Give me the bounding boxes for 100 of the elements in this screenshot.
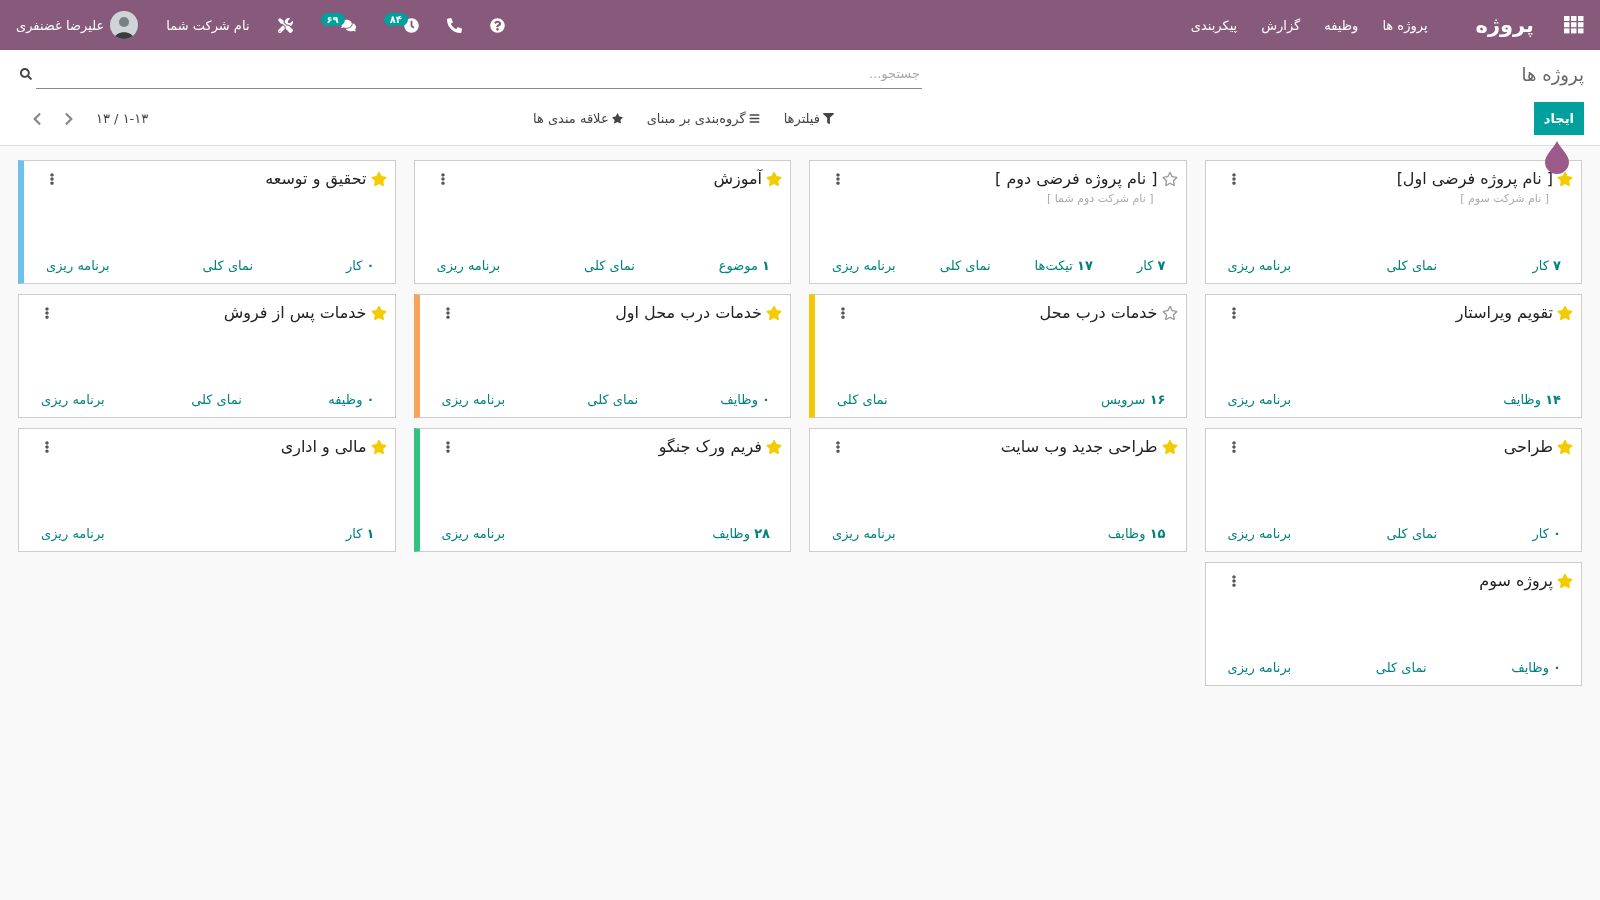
project-card[interactable]: خدمات درب محل اول ۰ وظایف نمای کلی برنامه ریزی	[413, 294, 791, 418]
project-card[interactable]: فریم ورک جنگو ۲۸ وظایف برنامه ریزی	[413, 428, 791, 552]
create-button[interactable]: ایجاد	[1533, 102, 1584, 135]
phone-icon[interactable]	[446, 17, 462, 33]
company-label: [ نام شرکت سوم ]	[1459, 192, 1549, 205]
menu-item[interactable]: پروژه ها	[1382, 17, 1428, 33]
stat-link[interactable]: نمای کلی	[1386, 258, 1438, 273]
project-card[interactable]: [ نام پروژه فرضی اول] [ نام شرکت سوم ] ۷ کار نمای کلی برنامه ریزی	[1204, 160, 1582, 284]
menu-item[interactable]: پیکربندی	[1190, 17, 1238, 33]
tools-icon[interactable]	[277, 17, 293, 33]
user-name[interactable]: علیرضا غضنفری	[16, 17, 105, 33]
apps-grid-icon[interactable]	[1564, 16, 1584, 34]
filter-button[interactable]: گروه‌بندی بر مبنای	[646, 111, 760, 126]
project-title: [ نام پروژه فرضی دوم ]	[995, 169, 1158, 188]
star-icon[interactable]	[766, 170, 782, 187]
stat-link[interactable]: برنامه ریزی	[441, 392, 506, 407]
star-icon[interactable]	[370, 304, 387, 321]
star-icon[interactable]	[370, 170, 387, 187]
project-title: [ نام پروژه فرضی اول]	[1396, 169, 1553, 188]
clock-icon[interactable]	[403, 17, 419, 33]
stat-link[interactable]: برنامه ریزی	[1227, 258, 1292, 273]
stat-link[interactable]: برنامه ریزی	[832, 258, 896, 273]
project-card[interactable]: طراحی جدید وب سایت ۱۵ وظایف برنامه ریزی	[809, 428, 1187, 552]
project-card[interactable]: [ نام پروژه فرضی دوم ] [ نام شرکت دوم شما ] ۷ کار ۱۷ تیکت‌ها نمای کلی برنامه ریزی	[809, 160, 1187, 284]
app-brand: پروژه	[1475, 13, 1534, 37]
stat-link[interactable]: ۰ کار	[346, 258, 375, 273]
stat-link[interactable]: نمای کلی	[1386, 526, 1438, 541]
star-icon[interactable]	[370, 438, 387, 455]
filter-button[interactable]: علاقه مندی ها	[532, 111, 623, 126]
stat-link[interactable]: نمای کلی	[584, 258, 635, 273]
stat-link[interactable]: برنامه ریزی	[832, 526, 896, 541]
activity-count: ۸۴	[383, 12, 408, 26]
star-icon[interactable]	[1557, 304, 1573, 321]
stat-link[interactable]: برنامه ریزی	[436, 258, 501, 273]
star-icon[interactable]	[766, 304, 782, 321]
project-card[interactable]: آموزش ۱ موضوع نمای کلی برنامه ریزی	[413, 160, 791, 284]
user-avatar[interactable]	[110, 11, 139, 39]
stat-link[interactable]: نمای کلی	[939, 258, 991, 273]
stat-link[interactable]: ۱۴ وظایف	[1503, 392, 1561, 407]
stat-link[interactable]: نمای کلی	[837, 392, 888, 407]
message-count: ۶۹	[320, 12, 345, 26]
stat-link[interactable]: برنامه ریزی	[1227, 660, 1292, 675]
company-name[interactable]: نام شرکت شما	[166, 17, 250, 33]
search-icon[interactable]	[20, 68, 32, 80]
search-field[interactable]: جستجو...	[36, 59, 922, 89]
stat-link[interactable]: ۱ موضوع	[718, 258, 770, 273]
stat-link[interactable]: برنامه ریزی	[441, 526, 506, 541]
filter-button[interactable]: فیلترها	[783, 111, 834, 126]
stat-link[interactable]: برنامه ریزی	[1227, 392, 1292, 407]
star-icon[interactable]	[1557, 572, 1573, 589]
help-icon[interactable]	[489, 17, 505, 33]
stat-link[interactable]: ۱۵ وظایف	[1107, 526, 1166, 541]
project-title: آموزش	[713, 169, 762, 188]
star-icon[interactable]	[766, 438, 782, 455]
project-card[interactable]: خدمات پس از فروش ۰ وظیفه نمای کلی برنامه ریزی	[18, 294, 396, 418]
stat-link[interactable]: ۷ کار	[1137, 258, 1166, 273]
stat-link[interactable]: ۱۷ تیکت‌ها	[1034, 258, 1093, 273]
star-icon[interactable]	[1161, 438, 1178, 455]
stat-link[interactable]: ۷ کار	[1532, 258, 1561, 273]
project-card[interactable]: طراحی ۰ کار نمای کلی برنامه ریزی	[1204, 428, 1582, 552]
stat-link[interactable]: ۰ وظایف	[1511, 660, 1561, 675]
star-icon[interactable]	[1161, 304, 1178, 321]
stat-link[interactable]: ۱ کار	[346, 526, 375, 541]
stat-link[interactable]: ۲۸ وظایف	[712, 526, 770, 541]
stat-link[interactable]: نمای کلی	[202, 258, 254, 273]
stat-link[interactable]: نمای کلی	[191, 392, 242, 407]
project-title: طراحی	[1503, 437, 1553, 456]
project-title: خدمات پس از فروش	[223, 303, 367, 322]
project-title: طراحی جدید وب سایت	[1000, 437, 1158, 456]
star-icon[interactable]	[1557, 438, 1573, 455]
project-card[interactable]: پروژه سوم ۰ وظایف نمای کلی برنامه ریزی	[1204, 562, 1582, 686]
list-icon	[748, 113, 760, 124]
stat-link[interactable]: برنامه ریزی	[41, 392, 105, 407]
stat-link[interactable]: برنامه ریزی	[1227, 526, 1292, 541]
stat-link[interactable]: نمای کلی	[1375, 660, 1427, 675]
star-icon	[611, 113, 623, 124]
project-card[interactable]: خدمات درب محل ۱۶ سرویس نمای کلی	[809, 294, 1187, 418]
stat-link[interactable]: ۰ وظایف	[720, 392, 770, 407]
menu-item[interactable]: وظیفه	[1324, 17, 1359, 33]
project-title: فریم ورک جنگو	[658, 437, 762, 456]
company-label: [ نام شرکت دوم شما ]	[1045, 192, 1154, 205]
tour-pointer-icon[interactable]	[1544, 140, 1570, 174]
star-icon[interactable]	[1161, 170, 1178, 187]
project-card[interactable]: تحقیق و توسعه ۰ کار نمای کلی برنامه ریزی	[18, 160, 396, 284]
project-card[interactable]: تقویم ویراستار ۱۴ وظایف برنامه ریزی	[1204, 294, 1582, 418]
stat-link[interactable]: نمای کلی	[587, 392, 639, 407]
project-title: خدمات درب محل اول	[615, 303, 762, 322]
project-card[interactable]: مالی و اداری ۱ کار برنامه ریزی	[18, 428, 396, 552]
project-title: پروژه سوم	[1479, 571, 1553, 590]
star-icon[interactable]	[1557, 170, 1573, 187]
menu-item[interactable]: گزارش	[1261, 17, 1301, 33]
stat-link[interactable]: برنامه ریزی	[41, 526, 105, 541]
stat-link[interactable]: ۱۶ سرویس	[1100, 392, 1166, 407]
stat-link[interactable]: ۰ وظیفه	[328, 392, 375, 407]
stat-link[interactable]: ۰ کار	[1532, 526, 1561, 541]
project-title: خدمات درب محل	[1039, 303, 1158, 322]
filter-icon	[823, 113, 834, 124]
stat-link[interactable]: برنامه ریزی	[46, 258, 110, 273]
project-title: تقویم ویراستار	[1455, 303, 1553, 322]
pager-range: ۱-۱۳ / ۱۳	[96, 111, 149, 126]
